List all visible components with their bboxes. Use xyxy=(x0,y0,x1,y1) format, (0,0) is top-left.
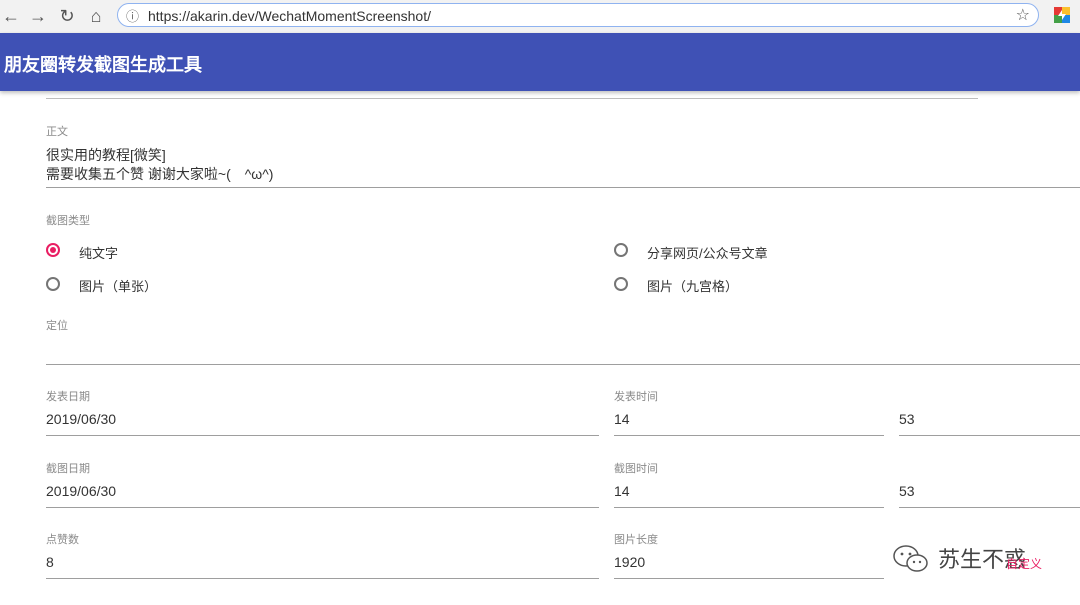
radio-label-single-image[interactable]: 图片（单张） xyxy=(79,276,157,295)
forward-arrow-icon[interactable]: → xyxy=(27,0,49,33)
image-length-input[interactable]: 1920 xyxy=(614,554,645,570)
radio-nine-grid[interactable] xyxy=(614,277,628,291)
content-line-1[interactable]: 很实用的教程[微笑] xyxy=(46,145,166,165)
post-date-label: 发表日期 xyxy=(46,391,90,403)
likes-label: 点赞数 xyxy=(46,534,79,546)
likes-input[interactable]: 8 xyxy=(46,554,54,570)
post-minute-input[interactable]: 53 xyxy=(899,411,915,427)
radio-text-only[interactable] xyxy=(46,243,60,257)
back-arrow-icon[interactable]: ← xyxy=(0,0,22,33)
post-minute-underline xyxy=(899,435,1080,436)
shot-hour-input[interactable]: 14 xyxy=(614,483,630,499)
radio-single-image[interactable] xyxy=(46,277,60,291)
browser-toolbar: ← → ↻ ⌂ ⓘ https://akarin.dev/WechatMomen… xyxy=(0,0,1080,33)
custom-link[interactable]: 自定义 xyxy=(1006,555,1042,572)
post-date-input[interactable]: 2019/06/30 xyxy=(46,411,116,427)
radio-label-nine-grid[interactable]: 图片（九宫格） xyxy=(647,276,738,295)
likes-underline xyxy=(46,578,599,579)
location-underline xyxy=(46,364,1080,365)
wechat-logo-icon xyxy=(892,544,930,574)
shot-minute-input[interactable]: 53 xyxy=(899,483,915,499)
location-input[interactable] xyxy=(46,342,1076,360)
shot-time-label: 截图时间 xyxy=(614,463,658,475)
top-divider xyxy=(46,98,978,99)
content-underline xyxy=(46,187,1080,188)
radio-label-share-article[interactable]: 分享网页/公众号文章 xyxy=(647,243,768,262)
location-label: 定位 xyxy=(46,320,68,332)
shot-hour-underline xyxy=(614,507,884,508)
extension-icon[interactable] xyxy=(1054,7,1070,23)
post-date-underline xyxy=(46,435,599,436)
app-title: 朋友圈转发截图生成工具 xyxy=(4,55,202,75)
content-label: 正文 xyxy=(46,126,68,138)
post-hour-underline xyxy=(614,435,884,436)
app-bar: 朋友圈转发截图生成工具 xyxy=(0,33,1080,91)
type-label: 截图类型 xyxy=(46,215,90,227)
bookmark-star-icon[interactable]: ☆ xyxy=(1016,5,1030,25)
address-bar[interactable]: ⓘ https://akarin.dev/WechatMomentScreens… xyxy=(117,3,1039,27)
site-info-icon[interactable]: ⓘ xyxy=(126,6,139,25)
shot-date-underline xyxy=(46,507,599,508)
post-hour-input[interactable]: 14 xyxy=(614,411,630,427)
radio-label-text-only[interactable]: 纯文字 xyxy=(79,243,118,262)
reload-icon[interactable]: ↻ xyxy=(56,0,78,33)
shot-minute-underline xyxy=(899,507,1080,508)
shot-date-input[interactable]: 2019/06/30 xyxy=(46,483,116,499)
content-line-2[interactable]: 需要收集五个赞 谢谢大家啦~( ^ω^) xyxy=(46,164,273,184)
radio-share-article[interactable] xyxy=(614,243,628,257)
image-length-underline xyxy=(614,578,884,579)
url-text[interactable]: https://akarin.dev/WechatMomentScreensho… xyxy=(148,8,431,24)
image-length-label: 图片长度 xyxy=(614,534,658,546)
next-field-label xyxy=(46,600,66,605)
post-time-label: 发表时间 xyxy=(614,391,658,403)
shot-date-label: 截图日期 xyxy=(46,463,90,475)
home-icon[interactable]: ⌂ xyxy=(85,0,107,33)
